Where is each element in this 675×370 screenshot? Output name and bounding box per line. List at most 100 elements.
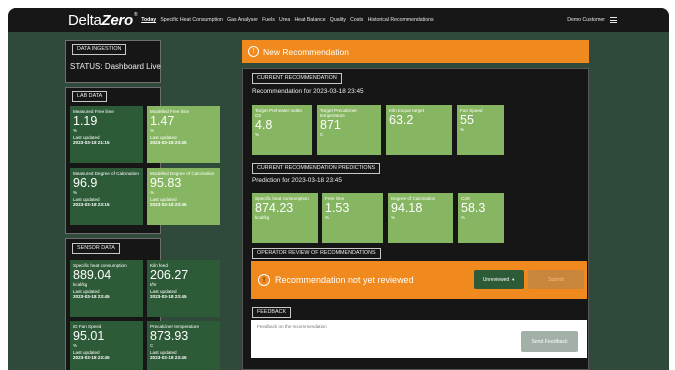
modelled-free-lime-card: Modelled Free lime 1.47 % Last updated 2… [147, 106, 220, 163]
nav-item-specific-heat-consumption[interactable]: Specific Heat Consumption [160, 17, 223, 23]
current-recommendation-tag: CURRENT RECOMMENDATION [252, 73, 342, 84]
nav-item-gas-analyser[interactable]: Gas Analyser [227, 17, 258, 23]
exclamation-circle-icon: ! [258, 274, 270, 286]
review-status-text: Recommendation not yet reviewed [275, 275, 414, 285]
sensor-data-tag: SENSOR DATA [72, 243, 120, 254]
banner-text: New Recommendation [263, 46, 349, 57]
caret-down-icon: ▼ [511, 277, 516, 282]
precalciner-temperature-card: Precalciner temperature 873.93 C Last up… [147, 321, 220, 370]
predicted-specific-heat-consumption-card: Specific heat consumption 874.23 kcal/kg [252, 193, 318, 243]
predicted-c3s-card: C3S 58.3 % [458, 193, 504, 243]
card-value: 55 [460, 113, 474, 128]
predictions-tag: CURRENT RECOMMENDATION PREDICTIONS [252, 163, 381, 174]
card-unit: t/hr [150, 282, 157, 288]
card-updated-timestamp: 2023-03-18 21:15 [73, 140, 110, 146]
card-value: 58.3 [461, 201, 486, 216]
card-unit: C [150, 343, 154, 349]
dashboard-status: STATUS: Dashboard Live [70, 62, 161, 71]
card-value: 94.18 [391, 201, 423, 216]
measured-free-lime-card: Measured Free lime 1.19 % Last updated 2… [70, 106, 143, 163]
card-value: 95.83 [150, 176, 182, 191]
card-unit: % [73, 128, 78, 134]
card-value: 873.93 [150, 329, 189, 344]
specific-heat-consumption-card: Specific heat consumption 889.04 kcal/kg… [70, 260, 143, 317]
review-status-select[interactable]: Unreviewed ▼ [474, 270, 524, 289]
card-value: 1.53 [325, 201, 350, 216]
card-unit: % [325, 215, 330, 221]
lab-data-tag: LAB DATA [72, 91, 108, 102]
nav-item-historical-recommendations[interactable]: Historical Recommendations [368, 17, 434, 23]
card-value: 1.19 [73, 114, 98, 129]
operator-review-tag: OPERATOR REVIEW OF RECOMMENDATIONS [252, 248, 381, 259]
lab-data-panel: LAB DATA Measured Free lime 1.19 % Last … [65, 87, 220, 234]
card-label: Target Preheater outlet O2 [255, 108, 302, 119]
card-unit: % [73, 190, 78, 196]
target-preheater-outlet-o2-card: Target Preheater outlet O2 4.8 % [252, 105, 312, 155]
card-unit: % [460, 127, 465, 133]
nav-item-costs[interactable]: Costs [350, 17, 363, 23]
feedback-textarea[interactable]: Feedback on the recommendation Send Feed… [251, 320, 587, 358]
card-value: 206.27 [150, 268, 189, 283]
card-value: 874.23 [255, 201, 294, 216]
logo-text-zero: Zero [101, 11, 134, 29]
logo-registered-mark: ® [133, 11, 138, 18]
nav-item-quality[interactable]: Quality [330, 17, 346, 23]
card-value: 1.47 [150, 114, 175, 129]
review-select-value: Unreviewed [482, 276, 510, 283]
new-recommendation-banner: ! New Recommendation [242, 40, 589, 63]
modelled-degree-of-calcination-card: Modelled Degree of Calcination 95.83 % L… [147, 168, 220, 225]
predicted-free-lime-card: Free lime 1.53 % [322, 193, 383, 243]
nav-item-fuels[interactable]: Fuels [262, 17, 275, 23]
card-updated-timestamp: 2023-03-18 23:45 [150, 355, 187, 361]
predictions-subtitle: Prediction for 2023-03-18 23:45 [252, 177, 342, 184]
nav-item-heat-balance[interactable]: Heat Balance [294, 17, 325, 23]
kiln-torque-target-card: Kiln torque target 63.2 [386, 105, 452, 155]
customer-name[interactable]: Demo Customer [567, 17, 605, 23]
card-unit: % [461, 215, 466, 221]
logo-text-delta: Delta [68, 11, 102, 29]
card-updated-timestamp: 2023-03-18 23:45 [150, 140, 187, 146]
card-label: Target Precalciner temperature [320, 108, 358, 119]
card-updated-timestamp: 2023-03-18 23:45 [150, 294, 187, 300]
card-unit: kcal/kg [73, 282, 88, 288]
card-value: 95.01 [73, 329, 105, 344]
card-unit: C [320, 132, 324, 138]
measured-degree-of-calcination-card: Measured Degree of Calcination 96.9 % La… [70, 168, 143, 225]
card-value: 889.04 [73, 268, 112, 283]
card-unit: % [391, 215, 396, 221]
top-nav-bar: Delta Zero ® Today Specific Heat Consumpti… [8, 8, 669, 32]
card-updated-timestamp: 2023-03-18 23:15 [73, 202, 110, 208]
card-updated-timestamp: 2023-03-18 23:45 [73, 355, 110, 361]
hamburger-menu-icon[interactable] [610, 17, 617, 23]
sensor-data-panel: SENSOR DATA Specific heat consumption 88… [65, 238, 220, 370]
card-unit: % [150, 128, 155, 134]
review-status-box: ! Recommendation not yet reviewed Unrevi… [251, 261, 587, 299]
target-precalciner-temperature-card: Target Precalciner temperature 871 C [317, 105, 381, 155]
submit-review-button[interactable]: Submit [528, 270, 584, 289]
send-feedback-button[interactable]: Send Feedback [521, 331, 578, 352]
exclamation-circle-icon: ! [248, 46, 259, 57]
card-updated-timestamp: 2023-03-18 23:45 [73, 294, 110, 300]
card-value: 871 [320, 118, 341, 133]
fan-speed-card: Fan Speed 55 % [457, 105, 504, 155]
app-window: Delta Zero ® Today Specific Heat Consumpti… [8, 8, 669, 370]
card-unit: % [150, 190, 155, 196]
data-ingestion-panel: DATA INGESTION STATUS: Dashboard Live [65, 40, 161, 83]
card-unit: % [73, 343, 78, 349]
card-unit: kcal/kg [255, 215, 270, 221]
feedback-tag: FEEDBACK [252, 307, 292, 318]
data-ingestion-tag: DATA INGESTION [72, 44, 127, 55]
nav-item-today[interactable]: Today [141, 17, 156, 23]
card-value: 63.2 [389, 113, 414, 128]
kiln-feed-card: Kiln feed 206.27 t/hr Last updated 2023-… [147, 260, 220, 317]
card-value: 4.8 [255, 118, 273, 133]
predicted-degree-of-calcination-card: Degree of Calcination 94.18 % [388, 193, 453, 243]
id-fan-speed-card: ID Fan Speed 95.01 % Last updated 2023-0… [70, 321, 143, 370]
nav-item-urea[interactable]: Urea [279, 17, 290, 23]
feedback-placeholder: Feedback on the recommendation [257, 324, 327, 329]
recommendation-subtitle: Recommendation for 2023-03-18 23:45 [252, 88, 364, 95]
main-nav: Today Specific Heat Consumption Gas Anal… [141, 17, 438, 23]
card-updated-timestamp: 2023-03-18 23:45 [150, 202, 187, 208]
deltazero-logo[interactable]: Delta Zero ® [68, 11, 138, 29]
card-unit: % [255, 132, 260, 138]
